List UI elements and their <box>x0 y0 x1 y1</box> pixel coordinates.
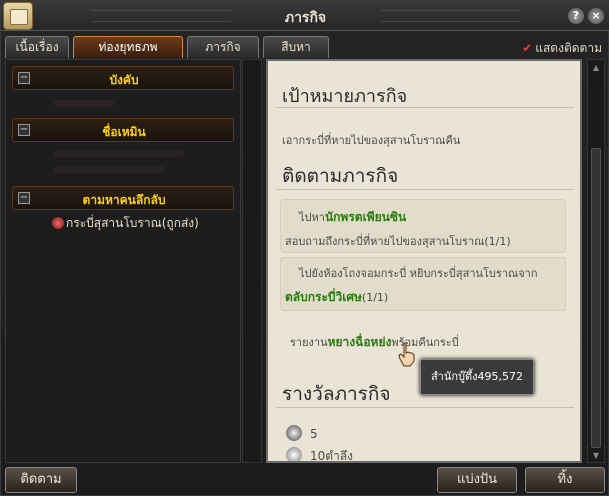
tab-wander[interactable]: ท่องยุทธภพ <box>73 36 183 58</box>
title-bar[interactable]: ภารกิจ ? × <box>1 1 609 31</box>
reward-row-1: 5 <box>286 425 318 441</box>
reward-heading: รางวัลภารกิจ <box>282 383 391 405</box>
reward-row-2: 10ตำลึง <box>286 447 354 463</box>
scroll-up-icon[interactable]: ▲ <box>591 64 601 72</box>
quest-list-panel: − บังคับ − ชื่อเหมิน − ตามหาคนลึกลับ กระ… <box>5 59 241 463</box>
step-2-line: ตลับกระบี่วิเศษ(1/1) <box>285 288 388 307</box>
category-label: ตามหาคนลึกลับ <box>82 193 166 207</box>
list-item-blurred <box>54 150 184 157</box>
scroll-thumb[interactable] <box>591 148 601 448</box>
help-button[interactable]: ? <box>568 8 584 24</box>
divider <box>276 407 574 408</box>
show-tracking-label: แสดงติดตาม <box>535 41 602 55</box>
step-2-prefix: ไปยังห้องโถงจอมกระบี่ หยิบกระบี่สุสานโบร… <box>299 267 538 280</box>
reward-1-value: 5 <box>310 427 318 441</box>
yin-yang-icon <box>286 425 302 441</box>
checkmark-icon: ✔ <box>522 41 533 55</box>
tab-mystery[interactable]: สืบหาปริศนา <box>263 36 329 74</box>
report-line: รายงานหยางฉื่อหย่งพร้อมคืนกระบี่ <box>290 333 459 352</box>
tab-recommended[interactable]: ภารกิจแนะนำ <box>187 36 259 74</box>
quest-item-label: กระบี่สุสานโบราณ(ถูกส่ง) <box>66 216 199 230</box>
item-link-sword-box[interactable]: ตลับกระบี่วิเศษ <box>285 290 362 304</box>
divider <box>276 189 574 190</box>
objective-heading: เป้าหมายภารกิจ <box>282 86 408 107</box>
tracking-step-1: ไปหานักพรตเพียนซิน สอบถามถึงกระบี่ที่หาย… <box>280 199 566 253</box>
quest-marker-icon <box>52 217 64 229</box>
track-button[interactable]: ติดตาม <box>5 467 77 493</box>
close-button[interactable]: × <box>588 8 604 24</box>
quest-window: ภารกิจ ? × เนื้อเรื่อง ท่องยุทธภพ ภารกิจ… <box>0 0 609 496</box>
step-1-prefix: ไปหา <box>299 211 325 224</box>
report-prefix: รายงาน <box>290 336 328 349</box>
quest-detail-scrollbar[interactable]: ▲ ▼ <box>587 59 605 463</box>
scroll-down-icon[interactable]: ▼ <box>591 452 601 460</box>
category-mandatory[interactable]: − บังคับ <box>12 66 234 90</box>
tracking-heading: ติดตามภารกิจ <box>282 165 399 187</box>
reward-2-value: 10ตำลึง <box>310 449 354 463</box>
tab-story[interactable]: เนื้อเรื่อง <box>5 36 69 58</box>
hand-cursor-icon <box>398 342 415 367</box>
npc-link-pien-xin[interactable]: นักพรตเพียนซิน <box>325 210 406 224</box>
list-item-selected-quest[interactable]: กระบี่สุสานโบราณ(ถูกส่ง) <box>52 214 199 233</box>
step-1-line: ไปหานักพรตเพียนซิน <box>299 208 406 227</box>
show-tracking-toggle[interactable]: ✔ แสดงติดตาม <box>522 39 602 58</box>
tracking-step-2: ไปยังห้องโถงจอมกระบี่ หยิบกระบี่สุสานโบร… <box>280 257 566 311</box>
window-title: ภารกิจ <box>284 10 327 26</box>
quest-list-scrollbar[interactable] <box>242 59 262 463</box>
category-fame[interactable]: − ชื่อเหมิน <box>12 118 234 142</box>
category-mystery-person[interactable]: − ตามหาคนลึกลับ <box>12 186 234 210</box>
step-1-detail: สอบถามถึงกระบี่ที่หายไปของสุสานโบราณ(1/1… <box>285 235 511 248</box>
silver-coin-icon <box>286 447 302 461</box>
list-item-blurred <box>54 166 164 173</box>
tooltip: สำนักบู๊ตึ้ง495,572 <box>420 359 534 395</box>
step-2-count: (1/1) <box>361 291 389 304</box>
quest-detail-panel: เป้าหมายภารกิจ เอากระบี่ที่หายไปของสุสาน… <box>266 59 582 463</box>
abandon-button[interactable]: ทิ้ง <box>525 467 605 493</box>
category-label: ชื่อเหมิน <box>102 125 146 139</box>
list-item-blurred <box>54 100 114 107</box>
divider <box>276 107 574 108</box>
objective-text: เอากระบี่ที่หายไปของสุสานโบราณคืน <box>282 134 461 147</box>
share-button[interactable]: แบ่งปัน <box>437 467 517 493</box>
category-label: บังคับ <box>109 73 139 87</box>
npc-link-yang-chi-yong[interactable]: หยางฉื่อหย่ง <box>328 335 392 349</box>
